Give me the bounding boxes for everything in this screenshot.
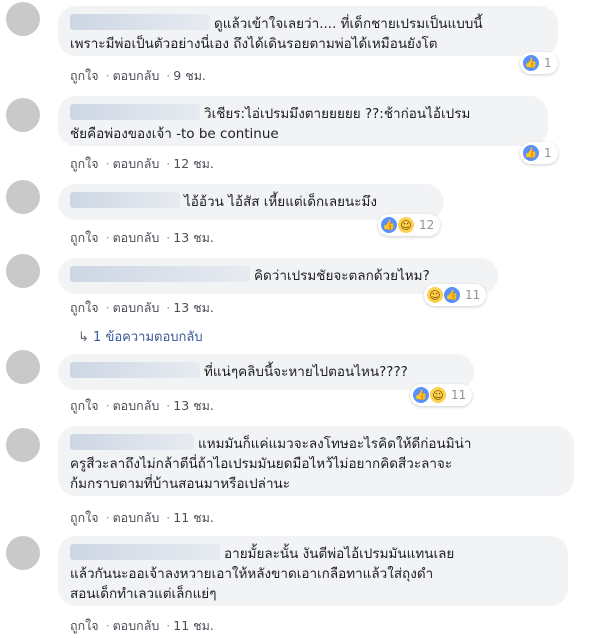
comment-bubble: อายมั้ยละนั้น งันตีพ่อไอ้เปรมมันแทนเลย แ… [58, 536, 568, 606]
comment-text: คิดว่าเปรมชัยจะตลกด้วยไหม? [254, 268, 430, 284]
like-link[interactable]: ถูกใจ [70, 156, 99, 171]
like-link[interactable]: ถูกใจ [70, 68, 99, 83]
reply-link[interactable]: ตอบกลับ [113, 510, 160, 525]
haha-reaction-icon: ☺ [398, 217, 414, 233]
reply-link[interactable]: ตอบกลับ [113, 398, 160, 413]
author-name[interactable] [70, 14, 210, 30]
comment-bubble: วิเชียร:ไอ่เปรมมึงตายยยยย ??:ช้าก่อนไอ้เ… [58, 96, 548, 146]
reaction-count[interactable]: 👍 ☺ 11 [410, 384, 473, 406]
author-name[interactable] [70, 362, 200, 378]
reaction-count[interactable]: ☺ 👍 11 [424, 284, 487, 306]
comment-bubble: แหมมันก็แค่แมวจะลงโทษอะไรคิดให้ดีก่อนมิน… [58, 426, 574, 496]
reaction-count[interactable]: 👍 1 [520, 52, 558, 74]
like-link[interactable]: ถูกใจ [70, 510, 99, 525]
timestamp[interactable]: 13 ชม. [173, 398, 214, 413]
avatar[interactable] [6, 180, 40, 214]
comment-actions: ถูกใจ · ตอบกลับ · 9 ชม. [70, 68, 206, 83]
comment-text: ไอ้อ้วน ไอ้สัส เหี้ยแต่เด็กเลยนะมึง [184, 194, 377, 210]
comment-actions: ถูกใจ · ตอบกลับ · 13 ชม. [70, 398, 214, 413]
comment-actions: ถูกใจ · ตอบกลับ · 12 ชม. [70, 156, 214, 171]
reaction-count[interactable]: 👍 ☺ 12 [378, 214, 441, 236]
timestamp[interactable]: 11 ชม. [173, 510, 214, 525]
like-link[interactable]: ถูกใจ [70, 398, 99, 413]
comment-actions: ถูกใจ · ตอบกลับ · 13 ชม. [70, 230, 214, 245]
like-reaction-icon: 👍 [523, 145, 539, 161]
author-name[interactable] [70, 544, 220, 560]
timestamp[interactable]: 13 ชม. [173, 230, 214, 245]
comment-bubble: ดูแล้วเข้าใจเลยว่า.... ที่เด็กชายเปรมเป็… [58, 6, 558, 56]
reply-link[interactable]: ตอบกลับ [113, 618, 160, 633]
like-link[interactable]: ถูกใจ [70, 230, 99, 245]
like-reaction-icon: 👍 [413, 387, 429, 403]
view-replies-link[interactable]: ↳ 1 ข้อความตอบกลับ [78, 326, 203, 347]
reply-link[interactable]: ตอบกลับ [113, 68, 160, 83]
avatar[interactable] [6, 428, 40, 462]
haha-reaction-icon: ☺ [430, 387, 446, 403]
reaction-count[interactable]: 👍 1 [520, 142, 558, 164]
timestamp[interactable]: 11 ชม. [173, 618, 214, 633]
timestamp[interactable]: 13 ชม. [173, 300, 214, 315]
comment-text: ที่แน่ๆคลิบนี้จะหายไปตอนไหน???? [204, 364, 408, 380]
reply-link[interactable]: ตอบกลับ [113, 156, 160, 171]
avatar[interactable] [6, 2, 40, 36]
comment-actions: ถูกใจ · ตอบกลับ · 11 ชม. [70, 618, 214, 633]
like-link[interactable]: ถูกใจ [70, 300, 99, 315]
avatar[interactable] [6, 98, 40, 132]
author-name[interactable] [70, 434, 194, 450]
comment-actions: ถูกใจ · ตอบกลับ · 11 ชม. [70, 510, 214, 525]
like-link[interactable]: ถูกใจ [70, 618, 99, 633]
reply-arrow-icon: ↳ [78, 330, 89, 345]
reply-link[interactable]: ตอบกลับ [113, 230, 160, 245]
author-name[interactable] [70, 266, 250, 282]
like-reaction-icon: 👍 [523, 55, 539, 71]
avatar[interactable] [6, 254, 40, 288]
haha-reaction-icon: ☺ [427, 287, 443, 303]
timestamp[interactable]: 9 ชม. [173, 68, 206, 83]
author-name[interactable] [70, 104, 200, 120]
like-reaction-icon: 👍 [381, 217, 397, 233]
like-reaction-icon: 👍 [444, 287, 460, 303]
avatar[interactable] [6, 536, 40, 570]
author-name[interactable] [70, 192, 180, 208]
comment-bubble: ที่แน่ๆคลิบนี้จะหายไปตอนไหน???? [58, 354, 474, 390]
reply-link[interactable]: ตอบกลับ [113, 300, 160, 315]
comment-actions: ถูกใจ · ตอบกลับ · 13 ชม. [70, 300, 214, 315]
avatar[interactable] [6, 350, 40, 384]
timestamp[interactable]: 12 ชม. [173, 156, 214, 171]
